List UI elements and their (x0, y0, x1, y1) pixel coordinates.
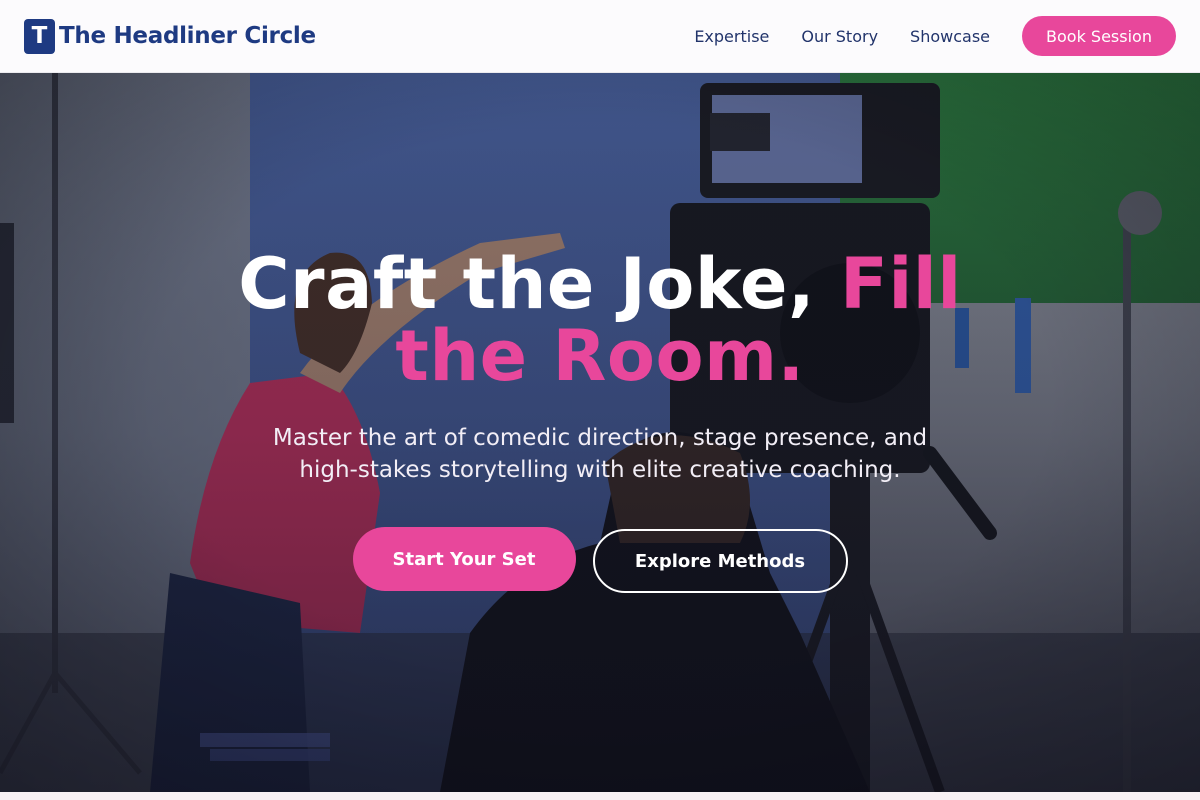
section-divider (0, 792, 1200, 800)
headline-main-text: Craft the Joke, (238, 243, 840, 325)
nav-link-our-story[interactable]: Our Story (801, 27, 878, 46)
hero-cta-group: Start Your Set Explore Methods (352, 527, 848, 593)
hero-subheading: Master the art of comedic direction, sta… (272, 425, 928, 483)
logo-mark-icon: T (24, 18, 55, 54)
site-header: T The Headliner Circle Expertise Our Sto… (0, 0, 1200, 73)
hero-headline: Craft the Joke, Fill the Room. (200, 248, 1000, 392)
start-your-set-button[interactable]: Start Your Set (352, 527, 576, 591)
brand-name: The Headliner Circle (59, 23, 316, 49)
hero-section: Craft the Joke, Fill the Room. Master th… (0, 73, 1200, 792)
book-session-button[interactable]: Book Session (1022, 16, 1176, 56)
main-nav: Expertise Our Story Showcase Book Sessio… (694, 16, 1176, 56)
brand-logo[interactable]: T The Headliner Circle (24, 18, 316, 54)
nav-link-showcase[interactable]: Showcase (910, 27, 990, 46)
hero-content: Craft the Joke, Fill the Room. Master th… (0, 73, 1200, 792)
explore-methods-button[interactable]: Explore Methods (592, 529, 848, 593)
nav-link-expertise[interactable]: Expertise (694, 27, 769, 46)
